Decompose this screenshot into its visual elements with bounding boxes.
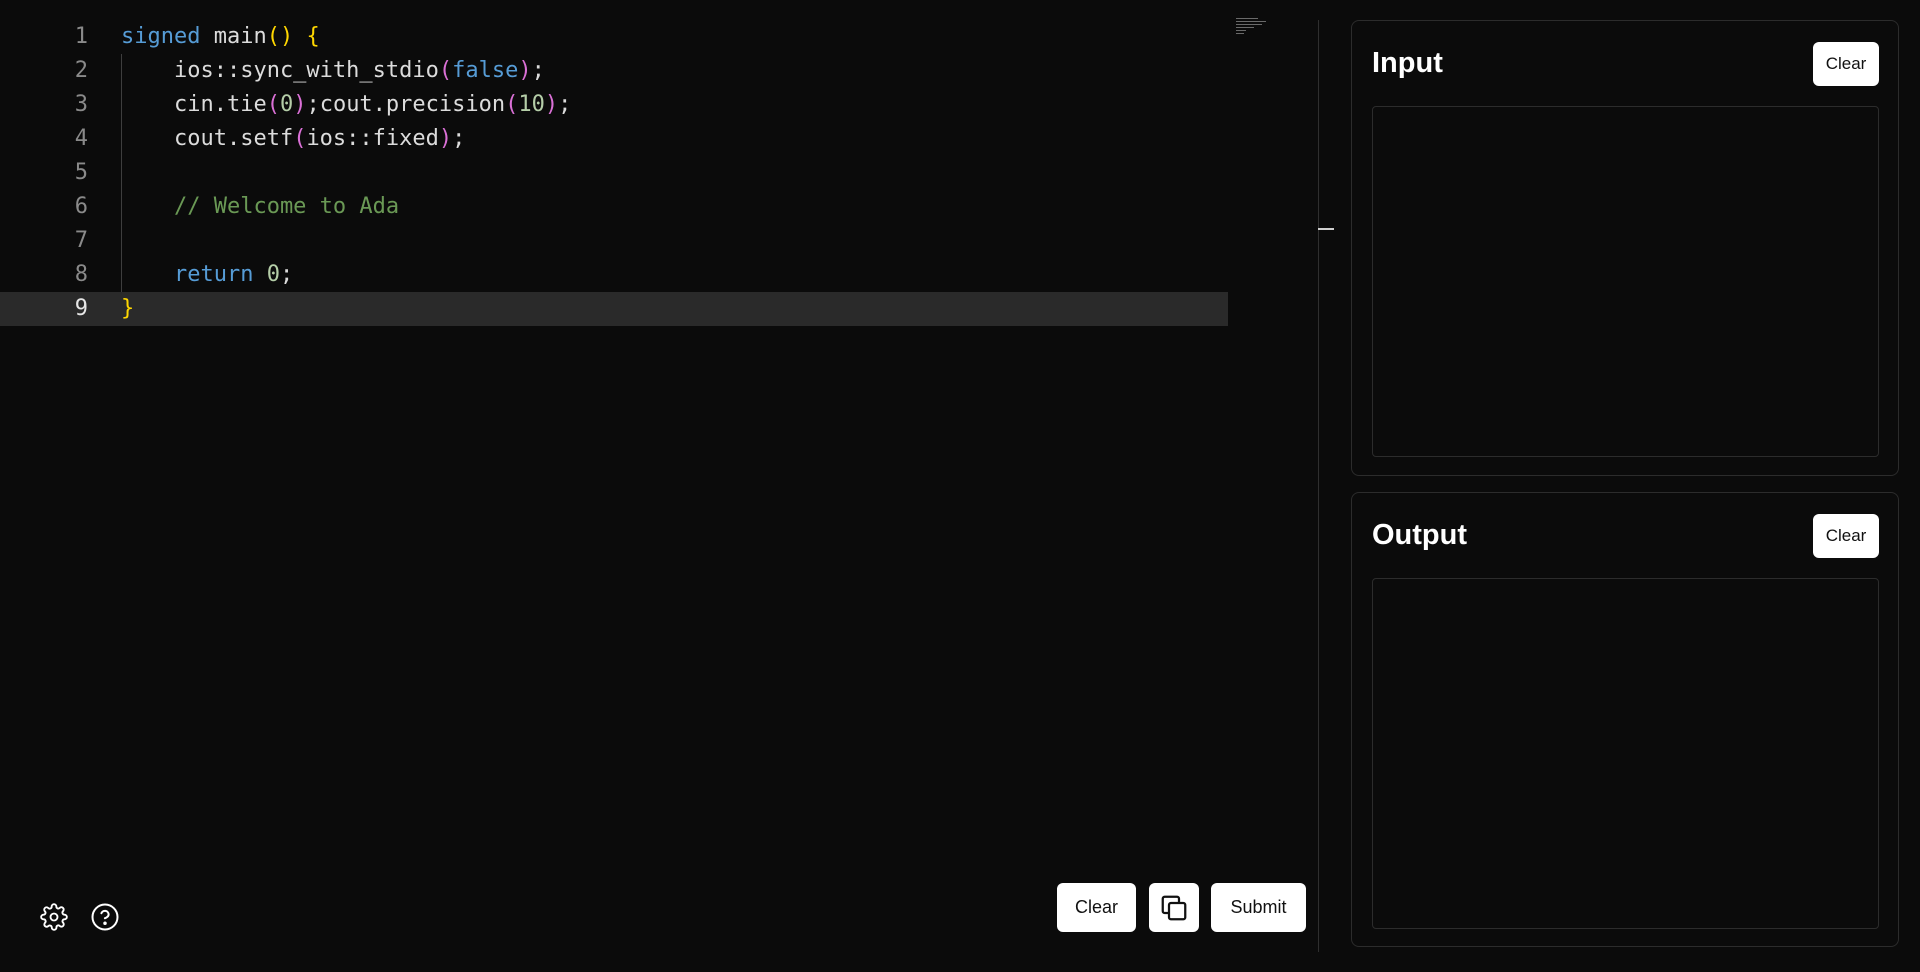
line-number: 8 xyxy=(74,262,88,287)
code-token: ;cout.precision xyxy=(306,92,506,117)
code-lines[interactable]: 1 signed main() {2 ios::sync_with_stdio(f… xyxy=(0,20,1228,326)
submit-button[interactable]: Submit xyxy=(1211,883,1306,932)
code-token: return xyxy=(173,262,254,287)
code-token: ) xyxy=(544,92,559,117)
code-token: ; xyxy=(531,58,545,83)
code-token: 0 xyxy=(279,92,294,117)
code-text[interactable]: cout.setf(ios::fixed); xyxy=(121,122,465,156)
output-title: Output xyxy=(1372,519,1468,551)
code-token: // Welcome to Ada xyxy=(121,194,400,219)
code-token: cout.setf xyxy=(121,126,294,151)
output-panel: Output Clear xyxy=(1351,492,1899,947)
code-token: ( xyxy=(505,92,519,117)
code-text[interactable]: } xyxy=(121,292,134,326)
code-line[interactable]: 4 cout.setf(ios::fixed); xyxy=(0,122,1228,156)
code-token: ; xyxy=(558,92,572,117)
code-token: 10 xyxy=(518,92,545,117)
code-token: main xyxy=(200,24,267,49)
code-text[interactable]: // Welcome to Ada xyxy=(121,190,399,224)
code-token: cin.tie xyxy=(121,92,267,117)
code-token: { xyxy=(306,24,320,49)
code-text[interactable]: ios::sync_with_stdio(false); xyxy=(121,54,545,88)
code-token: signed xyxy=(121,24,201,49)
code-token: ios::fixed xyxy=(306,126,439,151)
code-token: ) xyxy=(518,58,532,83)
code-token: } xyxy=(121,296,135,321)
code-text[interactable]: signed main() { xyxy=(121,20,320,54)
input-title: Input xyxy=(1372,47,1443,79)
clear-input-button[interactable]: Clear xyxy=(1813,42,1879,86)
output-textarea[interactable] xyxy=(1372,578,1879,929)
code-token: ios::sync_with_stdio xyxy=(121,58,439,83)
code-token: 0 xyxy=(266,262,280,287)
code-line[interactable]: 2 ios::sync_with_stdio(false); xyxy=(0,54,1228,88)
app: 1 signed main() {2 ios::sync_with_stdio(f… xyxy=(0,0,1920,972)
code-line[interactable]: 9} xyxy=(0,292,1228,326)
code-token: () xyxy=(266,24,294,49)
clear-output-button[interactable]: Clear xyxy=(1813,514,1879,558)
code-text[interactable]: return 0; xyxy=(121,258,293,292)
code-editor[interactable]: 1 signed main() {2 ios::sync_with_stdio(f… xyxy=(0,0,1318,972)
code-line[interactable]: 1 signed main() { xyxy=(0,20,1228,54)
line-number: 2 xyxy=(74,58,88,83)
code-token: ( xyxy=(266,92,280,117)
input-textarea[interactable] xyxy=(1372,106,1879,457)
line-number: 3 xyxy=(74,92,88,117)
line-number: 1 xyxy=(74,24,88,49)
gear-icon xyxy=(40,903,68,931)
code-line[interactable]: 6 // Welcome to Ada xyxy=(0,190,1228,224)
code-token: ) xyxy=(438,126,453,151)
code-token: ( xyxy=(438,58,453,83)
code-token: ; xyxy=(452,126,466,151)
code-line[interactable]: 7 xyxy=(0,224,1228,258)
code-line[interactable]: 8 return 0; xyxy=(0,258,1228,292)
help-icon xyxy=(91,903,119,931)
vertical-divider xyxy=(1318,20,1319,952)
line-number: 9 xyxy=(74,296,88,321)
code-line[interactable]: 5 xyxy=(0,156,1228,190)
code-token: ( xyxy=(293,126,307,151)
clear-code-button[interactable]: Clear xyxy=(1057,883,1136,932)
input-panel: Input Clear xyxy=(1351,20,1899,476)
minimap[interactable] xyxy=(1236,18,1272,40)
line-number: 4 xyxy=(74,126,88,151)
copy-icon xyxy=(1161,895,1187,920)
copy-button[interactable] xyxy=(1149,883,1199,932)
resize-handle[interactable] xyxy=(1318,228,1334,230)
code-text[interactable]: cin.tie(0);cout.precision(10); xyxy=(121,88,571,122)
line-number: 6 xyxy=(74,194,88,219)
line-number: 5 xyxy=(74,160,88,185)
settings-button[interactable] xyxy=(37,900,71,934)
help-button[interactable] xyxy=(88,900,122,934)
code-token: ; xyxy=(279,262,294,287)
code-line[interactable]: 3 cin.tie(0);cout.precision(10); xyxy=(0,88,1228,122)
line-number: 7 xyxy=(74,228,88,253)
code-token: false xyxy=(452,58,519,83)
code-token: ) xyxy=(293,92,307,117)
